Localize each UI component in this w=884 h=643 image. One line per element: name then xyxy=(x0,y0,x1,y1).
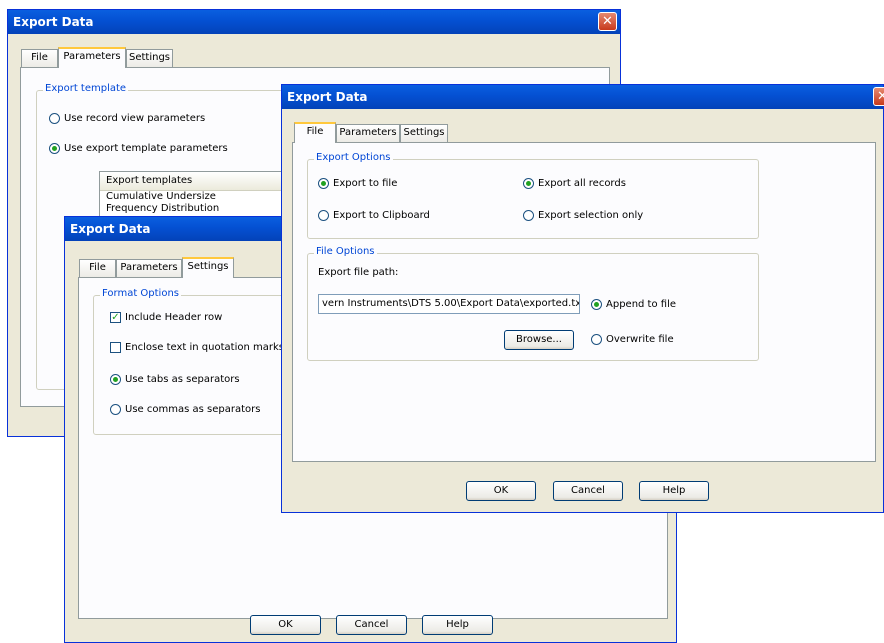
help-button[interactable]: Help xyxy=(639,481,709,501)
tab-file[interactable]: File xyxy=(294,122,336,143)
checkbox-label: Enclose text in quotation marks xyxy=(125,342,284,353)
export-data-window-file: Export Data ✕ File Parameters Settings E… xyxy=(281,84,884,513)
checkbox-label: Include Header row xyxy=(125,312,223,323)
window-title: Export Data xyxy=(70,222,151,236)
radio-label: Use record view parameters xyxy=(64,113,206,124)
format-options-group: Format Options ✓ Include Header row Encl… xyxy=(93,288,313,435)
radio-label: Export all records xyxy=(538,178,626,189)
radio-label: Use tabs as separators xyxy=(125,374,240,385)
radio-circle xyxy=(523,210,534,221)
radio-circle-selected xyxy=(49,143,60,154)
close-button[interactable]: ✕ xyxy=(598,12,617,31)
use-commas-radio[interactable]: Use commas as separators xyxy=(110,404,260,415)
radio-circle xyxy=(591,334,602,345)
close-button[interactable]: ✕ xyxy=(873,87,884,106)
window-title-bar[interactable]: Export Data ✕ xyxy=(282,85,884,109)
radio-circle-selected xyxy=(523,178,534,189)
tab-strip: File Parameters Settings xyxy=(21,47,321,68)
radio-label: Export to Clipboard xyxy=(333,210,430,221)
tab-strip: File Parameters Settings xyxy=(294,122,594,143)
radio-circle-selected xyxy=(110,374,121,385)
tab-settings[interactable]: Settings xyxy=(126,49,173,67)
tab-file[interactable]: File xyxy=(79,259,116,277)
cancel-button[interactable]: Cancel xyxy=(553,481,623,501)
radio-circle xyxy=(110,404,121,415)
radio-circle xyxy=(49,113,60,124)
export-all-records-radio[interactable]: Export all records xyxy=(523,178,626,189)
checkmark-icon: ✓ xyxy=(110,312,121,323)
browse-button[interactable]: Browse... xyxy=(504,330,574,350)
export-to-clipboard-radio[interactable]: Export to Clipboard xyxy=(318,210,430,221)
tab-settings[interactable]: Settings xyxy=(182,257,234,278)
tab-settings[interactable]: Settings xyxy=(400,124,448,142)
tab-parameters[interactable]: Parameters xyxy=(116,259,182,277)
export-path-label: Export file path: xyxy=(318,267,399,278)
window-title: Export Data xyxy=(287,90,368,104)
group-title: Format Options xyxy=(100,288,182,299)
help-button[interactable]: Help xyxy=(422,615,493,635)
export-selection-only-radio[interactable]: Export selection only xyxy=(523,210,643,221)
radio-label: Export to file xyxy=(333,178,398,189)
radio-circle-selected xyxy=(318,178,329,189)
radio-label: Use export template parameters xyxy=(64,143,228,154)
window-title: Export Data xyxy=(13,15,94,29)
radio-label: Append to file xyxy=(606,299,676,310)
use-export-template-radio[interactable]: Use export template parameters xyxy=(49,143,228,154)
radio-circle xyxy=(318,210,329,221)
window-title-bar[interactable]: Export Data ✕ xyxy=(8,10,620,34)
group-title: Export Options xyxy=(314,152,393,163)
group-title: File Options xyxy=(314,246,377,257)
file-options-group: File Options Export file path: vern Inst… xyxy=(307,246,759,361)
tab-file[interactable]: File xyxy=(21,49,58,67)
tab-panel: Export Options Export to file Export all… xyxy=(292,142,876,462)
export-options-group: Export Options Export to file Export all… xyxy=(307,152,759,239)
overwrite-file-radio[interactable]: Overwrite file xyxy=(591,334,674,345)
tab-parameters[interactable]: Parameters xyxy=(336,124,400,142)
export-path-field[interactable]: vern Instruments\DTS 5.00\Export Data\ex… xyxy=(318,294,580,314)
enclose-quotes-checkbox[interactable]: Enclose text in quotation marks xyxy=(110,342,284,353)
tab-parameters[interactable]: Parameters xyxy=(58,47,126,68)
radio-circle-selected xyxy=(591,299,602,310)
use-tabs-radio[interactable]: Use tabs as separators xyxy=(110,374,240,385)
cancel-button[interactable]: Cancel xyxy=(336,615,407,635)
use-record-view-radio[interactable]: Use record view parameters xyxy=(49,113,205,124)
include-header-checkbox[interactable]: ✓ Include Header row xyxy=(110,312,222,323)
radio-label: Export selection only xyxy=(538,210,644,221)
append-to-file-radio[interactable]: Append to file xyxy=(591,299,676,310)
radio-label: Overwrite file xyxy=(606,334,674,345)
export-to-file-radio[interactable]: Export to file xyxy=(318,178,397,189)
ok-button[interactable]: OK xyxy=(466,481,536,501)
checkbox-square xyxy=(110,342,121,353)
group-title: Export template xyxy=(43,83,129,94)
radio-label: Use commas as separators xyxy=(125,404,261,415)
ok-button[interactable]: OK xyxy=(250,615,321,635)
